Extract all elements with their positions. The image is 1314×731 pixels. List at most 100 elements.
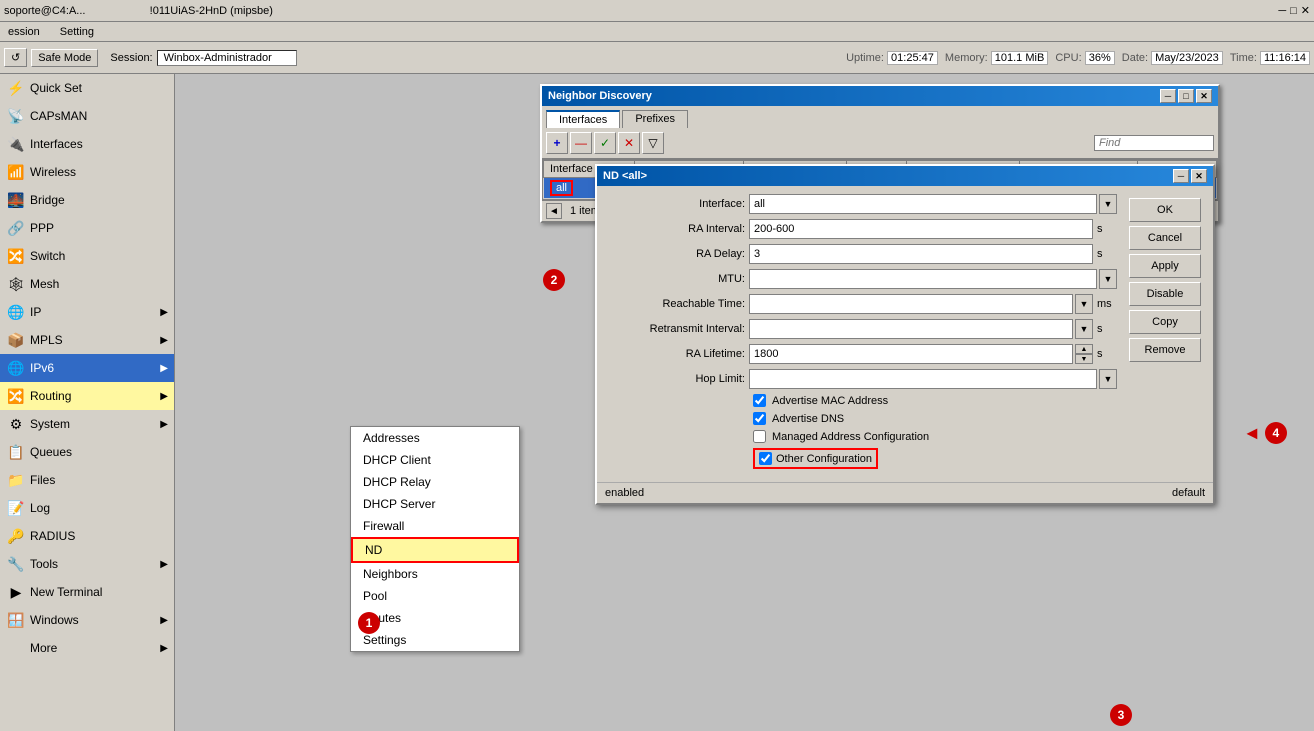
sidebar-item-capsman[interactable]: 📡 CAPsMAN: [0, 102, 174, 130]
cancel-x-button[interactable]: ✕: [618, 132, 640, 154]
submenu-dhcp-relay[interactable]: DHCP Relay: [351, 471, 519, 493]
remove-button[interactable]: Remove: [1129, 338, 1201, 362]
sidebar-item-radius[interactable]: 🔑 RADIUS: [0, 522, 174, 550]
system-arrow-icon: ▶: [160, 419, 168, 430]
submenu-nd[interactable]: ND: [351, 537, 519, 563]
nd-window-controls: ─ □ ✕: [1160, 89, 1212, 103]
win-maximize[interactable]: □: [1290, 5, 1297, 17]
more-arrow-icon: ▶: [160, 643, 168, 654]
mtu-row: MTU: ▼: [605, 269, 1117, 289]
tab-interfaces[interactable]: Interfaces: [546, 110, 620, 128]
submenu-firewall[interactable]: Firewall: [351, 515, 519, 537]
advertise-mac-checkbox[interactable]: [753, 394, 766, 407]
tab-prefixes[interactable]: Prefixes: [622, 110, 688, 128]
sidebar-item-system[interactable]: ⚙ System ▶: [0, 410, 174, 438]
sidebar-item-label: IP: [30, 305, 41, 319]
nd-window-titlebar[interactable]: Neighbor Discovery ─ □ ✕: [542, 86, 1218, 106]
menu-setting[interactable]: Setting: [56, 26, 98, 38]
nd-all-titlebar[interactable]: ND <all> ─ ✕: [597, 166, 1213, 186]
sidebar-item-files[interactable]: 📁 Files: [0, 466, 174, 494]
retransmit-input[interactable]: [749, 319, 1073, 339]
submenu-dhcp-server[interactable]: DHCP Server: [351, 493, 519, 515]
sidebar-item-tools[interactable]: 🔧 Tools ▶: [0, 550, 174, 578]
sidebar-item-ipv6[interactable]: 🌐 IPv6 ▶: [0, 354, 174, 382]
reachable-dropdown-button[interactable]: ▼: [1075, 294, 1093, 314]
routing-arrow-icon: ▶: [160, 391, 168, 402]
reachable-field-group: ▼: [749, 294, 1093, 314]
ra-delay-input[interactable]: [749, 244, 1093, 264]
sidebar-item-label: Files: [30, 473, 55, 487]
sidebar-item-mesh[interactable]: 🕸 Mesh: [0, 270, 174, 298]
cancel-button[interactable]: Cancel: [1129, 226, 1201, 250]
nd-all-close-button[interactable]: ✕: [1191, 169, 1207, 183]
ra-lifetime-down-button[interactable]: ▼: [1075, 354, 1093, 364]
win-close[interactable]: ✕: [1301, 4, 1310, 17]
interface-label: Interface:: [605, 198, 745, 210]
sidebar-item-mpls[interactable]: 📦 MPLS ▶: [0, 326, 174, 354]
retransmit-label: Retransmit Interval:: [605, 323, 745, 335]
add-button[interactable]: +: [546, 132, 568, 154]
sidebar-item-label: System: [30, 417, 70, 431]
interface-input[interactable]: [749, 194, 1097, 214]
reachable-input[interactable]: [749, 294, 1073, 314]
apply-button[interactable]: Apply: [1129, 254, 1201, 278]
menu-session[interactable]: ession: [4, 26, 44, 38]
nd-all-minimize-button[interactable]: ─: [1173, 169, 1189, 183]
managed-addr-checkbox[interactable]: [753, 430, 766, 443]
interface-dropdown-button[interactable]: ▼: [1099, 194, 1117, 214]
sidebar-item-label: Tools: [30, 557, 58, 571]
sidebar-item-ppp[interactable]: 🔗 PPP: [0, 214, 174, 242]
sidebar-item-label: Queues: [30, 445, 72, 459]
disable-button[interactable]: Disable: [1129, 282, 1201, 306]
sidebar-item-log[interactable]: 📝 Log: [0, 494, 174, 522]
nd-close-button[interactable]: ✕: [1196, 89, 1212, 103]
quick-set-icon: ⚡: [8, 80, 24, 96]
sidebar-item-new-terminal[interactable]: ▶ New Terminal: [0, 578, 174, 606]
ra-interval-input[interactable]: [749, 219, 1093, 239]
sidebar-item-queues[interactable]: 📋 Queues: [0, 438, 174, 466]
find-input[interactable]: [1094, 135, 1214, 151]
submenu-pool[interactable]: Pool: [351, 585, 519, 607]
sidebar-item-more[interactable]: More ▶: [0, 634, 174, 662]
filter-button[interactable]: ▽: [642, 132, 664, 154]
win-minimize[interactable]: ─: [1278, 5, 1286, 17]
submenu-neighbors[interactable]: Neighbors: [351, 563, 519, 585]
refresh-button[interactable]: ↺: [4, 48, 27, 67]
other-config-checkbox[interactable]: [759, 452, 772, 465]
ra-lifetime-field-group: ▲ ▼: [749, 344, 1093, 364]
hop-limit-label: Hop Limit:: [605, 373, 745, 385]
sidebar-item-ip[interactable]: 🌐 IP ▶: [0, 298, 174, 326]
nd-maximize-button[interactable]: □: [1178, 89, 1194, 103]
mtu-input[interactable]: [749, 269, 1097, 289]
retransmit-dropdown-button[interactable]: ▼: [1075, 319, 1093, 339]
hop-limit-dropdown-button[interactable]: ▼: [1099, 369, 1117, 389]
retransmit-field-group: ▼: [749, 319, 1093, 339]
nd-minimize-button[interactable]: ─: [1160, 89, 1176, 103]
sidebar-item-windows[interactable]: 🪟 Windows ▶: [0, 606, 174, 634]
sidebar-item-interfaces[interactable]: 🔌 Interfaces: [0, 130, 174, 158]
advertise-dns-checkbox[interactable]: [753, 412, 766, 425]
sidebar-item-wireless[interactable]: 📶 Wireless: [0, 158, 174, 186]
sidebar-item-routing[interactable]: 🔀 Routing ▶: [0, 382, 174, 410]
date-segment: Date: May/23/2023: [1122, 52, 1223, 64]
safe-mode-button[interactable]: Safe Mode: [31, 49, 98, 67]
sidebar-item-bridge[interactable]: 🌉 Bridge: [0, 186, 174, 214]
ra-lifetime-up-button[interactable]: ▲: [1075, 344, 1093, 354]
apply-check-button[interactable]: ✓: [594, 132, 616, 154]
hop-limit-input[interactable]: [749, 369, 1097, 389]
ok-button[interactable]: OK: [1129, 198, 1201, 222]
copy-button[interactable]: Copy: [1129, 310, 1201, 334]
scroll-left-button[interactable]: ◄: [546, 203, 562, 219]
submenu-dhcp-client[interactable]: DHCP Client: [351, 449, 519, 471]
submenu-addresses[interactable]: Addresses: [351, 427, 519, 449]
ipv6-arrow-icon: ▶: [160, 363, 168, 374]
interface-field-group: ▼: [749, 194, 1117, 214]
mtu-dropdown-button[interactable]: ▼: [1099, 269, 1117, 289]
sidebar-item-quick-set[interactable]: ⚡ Quick Set: [0, 74, 174, 102]
ra-lifetime-input[interactable]: [749, 344, 1073, 364]
other-config-row: Other Configuration: [605, 448, 1117, 469]
ra-delay-label: RA Delay:: [605, 248, 745, 260]
remove-button[interactable]: —: [570, 132, 592, 154]
sidebar-item-switch[interactable]: 🔀 Switch: [0, 242, 174, 270]
sidebar-item-label: CAPsMAN: [30, 109, 87, 123]
